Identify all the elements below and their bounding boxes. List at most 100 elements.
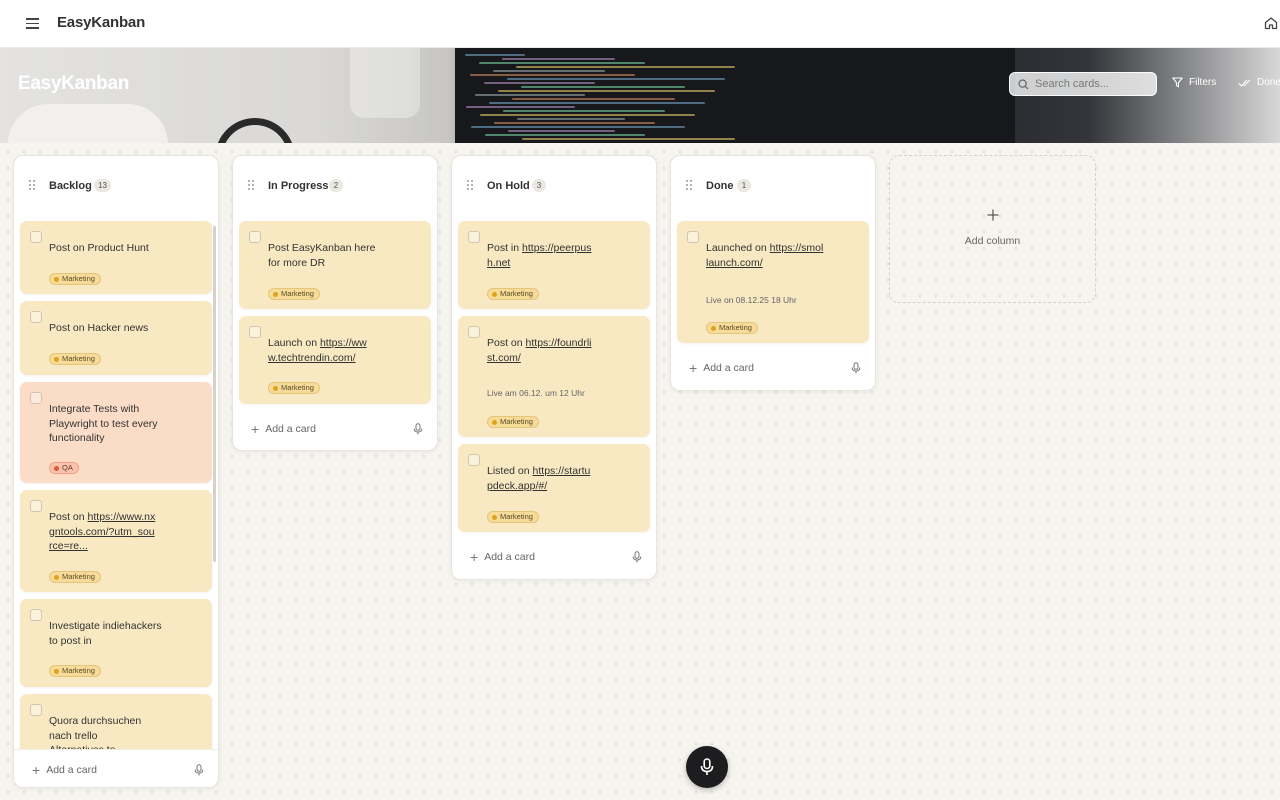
top-bar: EasyKanban xyxy=(0,0,1280,48)
card[interactable]: Post in https://peerpush.net Marketing xyxy=(458,221,650,309)
tag-label: Marketing xyxy=(62,666,95,675)
card-checkbox[interactable] xyxy=(249,231,261,243)
add-card-button[interactable]: + Add a card xyxy=(671,348,875,388)
glass-graphic xyxy=(350,48,420,118)
code-line-decoration xyxy=(485,134,645,136)
card[interactable]: Listed on https://startupdeck.app/#/ Mar… xyxy=(458,444,650,532)
app-title: EasyKanban xyxy=(57,14,146,31)
add-card-button[interactable]: + Add a card xyxy=(452,537,656,577)
column-in-progress: In Progress 2 Post EasyKanban here for m… xyxy=(232,155,438,451)
card[interactable]: Integrate Tests with Playwright to test … xyxy=(20,382,212,483)
column-on-hold: On Hold 3 Post in https://peerpush.net M… xyxy=(451,155,657,580)
card-list: Post in https://peerpush.net Marketing P… xyxy=(452,216,656,532)
done-button[interactable]: Done xyxy=(1238,77,1280,88)
tag-badge: Marketing xyxy=(706,322,758,334)
card-count-badge: 1 xyxy=(737,179,751,192)
code-line-decoration xyxy=(489,102,705,104)
drag-handle-icon[interactable] xyxy=(247,179,255,191)
card[interactable]: Post on https://foundrlist.com/ Live am … xyxy=(458,316,650,437)
tag-badge: Marketing xyxy=(49,665,101,677)
search-icon xyxy=(1018,78,1029,89)
column-title: In Progress xyxy=(268,180,329,192)
code-line-decoration xyxy=(470,74,635,76)
card-checkbox[interactable] xyxy=(30,231,42,243)
card[interactable]: Post on https://www.nxgntools.com/?utm_s… xyxy=(20,490,212,592)
add-card-label: Add a card xyxy=(265,423,316,435)
home-icon[interactable] xyxy=(1264,16,1278,30)
microphone-icon[interactable] xyxy=(851,362,861,374)
menu-button[interactable] xyxy=(22,14,42,34)
voice-input-button[interactable] xyxy=(686,746,728,788)
card-checkbox[interactable] xyxy=(30,704,42,716)
code-line-decoration xyxy=(512,98,675,100)
card-checkbox[interactable] xyxy=(30,392,42,404)
card[interactable]: Quora durchsuchen nach trello Alternativ… xyxy=(20,694,212,749)
card-title-prefix: Launched on xyxy=(706,242,770,254)
tag-label: Marketing xyxy=(62,274,95,283)
column-done: Done 1 Launched on https://smollaunch.co… xyxy=(670,155,876,391)
card-checkbox[interactable] xyxy=(468,454,480,466)
drag-handle-icon[interactable] xyxy=(28,179,36,191)
search-box[interactable] xyxy=(1009,72,1157,96)
tag-label: Marketing xyxy=(500,289,533,298)
microphone-icon xyxy=(700,758,714,775)
microphone-icon[interactable] xyxy=(413,423,423,435)
code-line-decoration xyxy=(502,58,615,60)
card-checkbox[interactable] xyxy=(468,326,480,338)
card-count-badge: 3 xyxy=(532,179,546,192)
card[interactable]: Launch on https://www.techtrendin.com/ M… xyxy=(239,316,431,404)
card-checkbox[interactable] xyxy=(687,231,699,243)
code-line-decoration xyxy=(494,122,655,124)
code-line-decoration xyxy=(517,118,625,120)
code-line-decoration xyxy=(484,82,595,84)
card-title: Post in https://peerpush.net xyxy=(487,241,595,270)
add-column-button[interactable]: Add column xyxy=(889,155,1096,303)
tag-badge: Marketing xyxy=(49,571,101,583)
card[interactable]: Launched on https://smollaunch.com/ Live… xyxy=(677,221,869,343)
column-header: On Hold 3 xyxy=(452,156,656,216)
filters-label: Filters xyxy=(1189,77,1217,88)
card-checkbox[interactable] xyxy=(468,231,480,243)
tag-label: QA xyxy=(62,463,73,472)
column-header: Done 1 xyxy=(671,156,875,216)
card-checkbox[interactable] xyxy=(30,311,42,323)
tag-dot xyxy=(54,276,59,282)
card-title: Post on https://foundrlist.com/ xyxy=(487,336,595,365)
add-card-label: Add a card xyxy=(46,763,97,776)
card-title-prefix: Post in xyxy=(487,242,523,254)
microphone-icon[interactable] xyxy=(632,551,642,563)
filter-icon xyxy=(1172,77,1183,88)
card-list: Post on Product Hunt Marketing Post on H… xyxy=(14,216,218,749)
tag-badge: Marketing xyxy=(487,511,539,523)
card-checkbox[interactable] xyxy=(30,500,42,512)
card-checkbox[interactable] xyxy=(30,609,42,621)
menu-icon-line xyxy=(25,22,39,25)
card-list: Launched on https://smollaunch.com/ Live… xyxy=(671,216,875,343)
tag-badge: Marketing xyxy=(487,288,539,300)
tag-label: Marketing xyxy=(281,289,314,298)
card-title: Integrate Tests with Playwright to test … xyxy=(49,403,158,444)
card[interactable]: Post on Product Hunt Marketing xyxy=(20,221,212,294)
add-card-button[interactable]: + Add a card xyxy=(233,409,437,449)
card[interactable]: Post on Hacker news Marketing xyxy=(20,301,212,375)
add-card-button[interactable]: + Add a card xyxy=(14,749,218,787)
column-header: In Progress 2 xyxy=(233,156,437,216)
code-line-decoration xyxy=(479,62,645,64)
menu-icon-line xyxy=(25,27,39,29)
code-line-decoration xyxy=(507,78,725,80)
card[interactable]: Post EasyKanban here for more DR Marketi… xyxy=(239,221,431,309)
card-title: Post on https://www.nxgntools.com/?utm_s… xyxy=(49,510,157,554)
column-title: On Hold xyxy=(487,180,530,192)
card-checkbox[interactable] xyxy=(249,326,261,338)
tag-badge: Marketing xyxy=(49,353,101,365)
microphone-icon[interactable] xyxy=(194,764,204,776)
plus-icon: + xyxy=(689,360,698,376)
column-title: Backlog xyxy=(49,180,92,192)
card-title: Launched on https://smollaunch.com/ xyxy=(706,241,824,270)
drag-handle-icon[interactable] xyxy=(685,179,693,191)
card[interactable]: Investigate indiehackers to post in Mark… xyxy=(20,599,212,687)
filters-button[interactable]: Filters xyxy=(1172,77,1216,88)
search-input[interactable] xyxy=(1035,78,1147,90)
drag-handle-icon[interactable] xyxy=(466,179,474,191)
tag-badge: Marketing xyxy=(49,273,101,285)
